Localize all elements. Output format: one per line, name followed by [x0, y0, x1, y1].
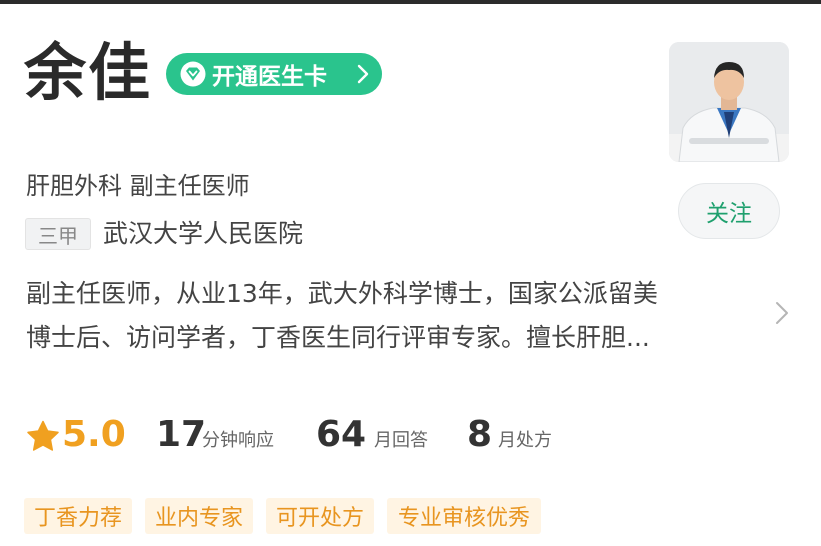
monthly-rx-value: 8	[467, 414, 493, 455]
vip-card-label: 开通医生卡	[212, 64, 327, 90]
intro-line: 博士后、访问学者，丁香医生同行评审专家。擅长肝胆...	[26, 323, 650, 352]
tag-item: 业内专家	[145, 498, 253, 534]
department-title: 肝胆外科 副主任医师	[26, 172, 250, 200]
chevron-right-icon	[357, 64, 369, 84]
chevron-right-icon[interactable]	[774, 300, 790, 326]
star-icon	[27, 420, 59, 451]
tag-item: 专业审核优秀	[387, 498, 541, 534]
doctor-intro[interactable]: 副主任医师，从业13年，武大外科学博士，国家公派留美 博士后、访问学者，丁香医生…	[26, 272, 738, 360]
rating-value: 5.0	[62, 414, 126, 455]
response-time-value: 17	[156, 414, 207, 455]
doctor-avatar[interactable]	[669, 42, 789, 162]
monthly-rx-unit: 月处方	[498, 430, 552, 451]
hospital-name: 武汉大学人民医院	[103, 219, 304, 248]
response-time-unit: 分钟响应	[202, 430, 274, 451]
diamond-icon	[180, 61, 206, 87]
doctor-name: 余佳	[24, 36, 153, 109]
monthly-answers-value: 64	[316, 414, 367, 455]
monthly-answers-unit: 月回答	[374, 430, 428, 451]
intro-line: 副主任医师，从业13年，武大外科学博士，国家公派留美	[26, 279, 658, 308]
tag-item: 可开处方	[266, 498, 374, 534]
tag-item: 丁香力荐	[24, 498, 132, 534]
follow-button[interactable]: 关注	[678, 183, 780, 239]
vip-card-button[interactable]: 开通医生卡	[166, 53, 382, 95]
hospital-level-badge: 三甲	[25, 218, 91, 250]
top-edge-bar	[0, 0, 821, 4]
doctor-portrait	[669, 42, 789, 162]
